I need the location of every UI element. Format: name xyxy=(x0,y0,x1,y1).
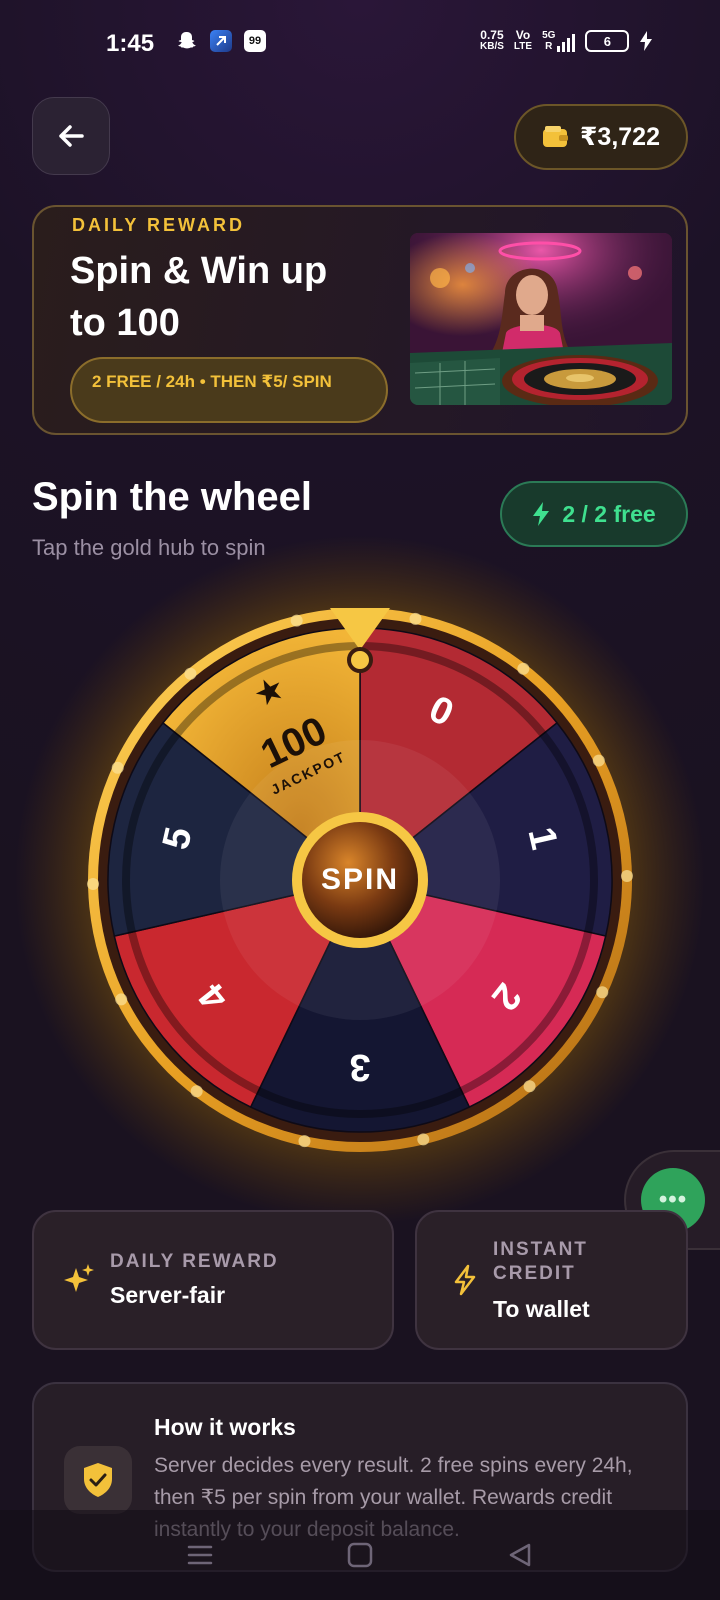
feature-card-instant-credit: INSTANT CREDIT To wallet xyxy=(415,1210,688,1350)
status-time: 1:45 xyxy=(106,30,155,57)
app-icon xyxy=(210,30,232,52)
how-it-works-title: How it works xyxy=(154,1414,296,1440)
feature-value: To wallet xyxy=(493,1296,590,1322)
segment-label-text: 3 xyxy=(349,1046,370,1088)
spin-button[interactable]: SPIN xyxy=(292,812,428,948)
volte-top: Vo xyxy=(515,28,531,42)
volte-bottom: LTE xyxy=(513,41,533,52)
home-button[interactable] xyxy=(330,1525,390,1585)
roaming-indicator: R xyxy=(545,41,553,52)
network-type: 5G xyxy=(542,30,556,41)
net-speed-value: 0.75 xyxy=(480,28,504,42)
rim-dot xyxy=(87,877,100,890)
casino-dealer-image xyxy=(410,233,672,405)
feature-card-daily-reward: DAILY REWARD Server-fair xyxy=(32,1210,394,1350)
rim-dot xyxy=(409,612,422,625)
menu-icon xyxy=(187,1545,213,1565)
notification-badge-icon: 99 xyxy=(244,30,266,52)
daily-reward-banner: DAILY REWARD Spin & Win up to 100 2 FREE… xyxy=(32,205,688,435)
shield-icon-box xyxy=(64,1446,132,1514)
recents-button[interactable] xyxy=(170,1525,230,1585)
net-speed-unit: KB/S xyxy=(480,41,504,52)
triangle-back-icon xyxy=(509,1543,531,1567)
feature-eyebrow: INSTANT CREDIT xyxy=(493,1238,588,1286)
network-indicator: 5G R xyxy=(542,30,576,52)
rim-dot xyxy=(298,1135,311,1148)
feature-eyebrow: DAILY REWARD xyxy=(110,1251,279,1272)
rim-dot xyxy=(111,761,124,774)
rim-dot xyxy=(184,667,197,680)
spin-label: SPIN xyxy=(320,863,400,896)
feature-eyebrow-line: INSTANT xyxy=(493,1239,588,1260)
rim-dot xyxy=(592,754,605,767)
feature-value: Server-fair xyxy=(110,1282,226,1308)
promo-eyebrow: DAILY REWARD xyxy=(72,215,246,235)
wheel-pointer-pin xyxy=(347,647,373,673)
rim-dot xyxy=(190,1085,203,1098)
notification-icons: 99 xyxy=(176,30,266,52)
system-status: 0.75 KB/S Vo LTE 5G R 6 xyxy=(480,28,653,52)
battery-level: 6 xyxy=(603,33,612,49)
rim-dot xyxy=(620,870,633,883)
promo-title: Spin & Win up to 100 xyxy=(70,250,328,344)
signal-icon xyxy=(557,32,576,52)
back-button[interactable] xyxy=(32,97,110,175)
wallet-amount: ₹3,722 xyxy=(580,123,660,151)
segment-label-3: 3 xyxy=(349,1046,370,1088)
snapchat-icon xyxy=(176,30,198,52)
volte-indicator: Vo LTE xyxy=(513,28,533,52)
back-nav-button[interactable] xyxy=(490,1525,550,1585)
rim-dot xyxy=(596,986,609,999)
lightning-icon xyxy=(454,1264,476,1296)
sparkles-icon xyxy=(64,1264,94,1292)
rim-dot xyxy=(115,993,128,1006)
net-speed: 0.75 KB/S xyxy=(480,28,504,52)
battery-icon: 6 xyxy=(585,30,630,52)
wallet-balance-chip[interactable]: ₹3,722 xyxy=(514,104,688,170)
rim-dot xyxy=(290,614,303,627)
arrow-left-icon xyxy=(59,125,84,147)
home-square-icon xyxy=(347,1542,373,1568)
wallet-icon xyxy=(543,126,569,147)
charging-icon xyxy=(640,31,653,51)
rim-dot xyxy=(517,662,530,675)
promo-terms-pill: 2 FREE / 24h • THEN ₹5/ SPIN xyxy=(70,357,388,423)
status-bar: 1:45 99 0.75 KB/S Vo LTE 5G R 6 xyxy=(0,0,720,88)
feature-eyebrow-line: CREDIT xyxy=(493,1263,576,1284)
system-nav-bar xyxy=(0,1510,720,1600)
shield-check-icon xyxy=(84,1463,112,1497)
rim-dot xyxy=(417,1133,430,1146)
rim-dot xyxy=(523,1080,536,1093)
